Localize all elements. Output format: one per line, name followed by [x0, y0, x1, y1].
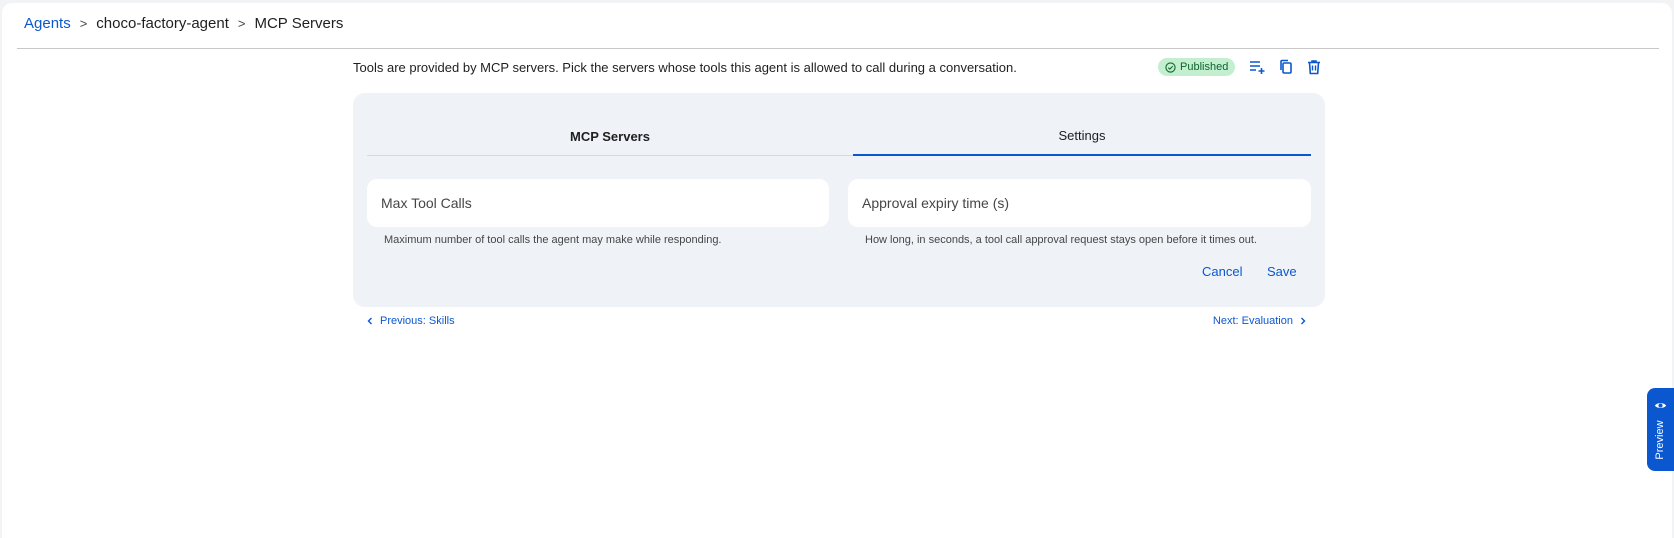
- max-tool-calls-field[interactable]: Max Tool Calls: [367, 179, 829, 227]
- tab-settings[interactable]: Settings: [853, 117, 1311, 156]
- next-link-label: Next: Evaluation: [1212, 315, 1293, 327]
- preview-tab[interactable]: Preview: [1647, 388, 1674, 471]
- delete-button[interactable]: [1304, 57, 1324, 77]
- settings-card: MCP Servers Settings Max Tool Calls Appr…: [353, 93, 1325, 307]
- max-tool-calls-hint: Maximum number of tool calls the agent m…: [384, 234, 722, 246]
- breadcrumb-separator: >: [79, 16, 88, 31]
- copy-button[interactable]: [1276, 57, 1296, 77]
- approval-expiry-field[interactable]: Approval expiry time (s): [848, 179, 1311, 227]
- breadcrumb-current: MCP Servers: [254, 15, 344, 32]
- page: Agents > choco-factory-agent > MCP Serve…: [2, 3, 1672, 538]
- tab-bar: MCP Servers Settings: [367, 117, 1311, 156]
- header-divider: [17, 48, 1659, 49]
- check-circle-icon: [1165, 61, 1176, 73]
- breadcrumb-agents-link[interactable]: Agents: [24, 15, 71, 32]
- preview-label: Preview: [1654, 420, 1666, 460]
- next-evaluation-link[interactable]: Next: Evaluation: [1213, 315, 1307, 327]
- status-badge: Published: [1158, 58, 1236, 76]
- page-description: Tools are provided by MCP servers. Pick …: [353, 60, 1017, 75]
- tab-mcp-servers[interactable]: MCP Servers: [367, 117, 853, 155]
- chevron-right-icon: [1301, 317, 1306, 325]
- add-list-icon: [1250, 61, 1265, 74]
- copy-icon: [1280, 59, 1292, 74]
- breadcrumb-separator: >: [237, 16, 246, 31]
- add-list-button[interactable]: [1247, 57, 1267, 77]
- breadcrumb: Agents > choco-factory-agent > MCP Serve…: [24, 15, 343, 32]
- previous-skills-link[interactable]: Previous: Skills: [366, 315, 455, 327]
- eye-icon: [1654, 403, 1667, 408]
- chevron-left-icon: [367, 317, 372, 325]
- cancel-button[interactable]: Cancel: [1202, 264, 1242, 279]
- previous-link-label: Previous: Skills: [380, 315, 455, 327]
- breadcrumb-agent: choco-factory-agent: [96, 15, 229, 32]
- save-button[interactable]: Save: [1267, 264, 1297, 279]
- delete-icon: [1308, 60, 1320, 75]
- approval-expiry-hint: How long, in seconds, a tool call approv…: [865, 234, 1257, 246]
- status-badge-label: Published: [1180, 61, 1229, 73]
